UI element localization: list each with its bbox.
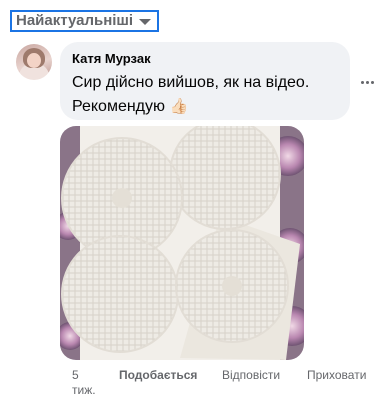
sort-label: Найактуальніші — [16, 12, 134, 29]
like-button[interactable]: Подобається — [119, 368, 197, 383]
comment-author[interactable]: Катя Мурзак — [72, 50, 151, 67]
chevron-down-icon — [139, 19, 152, 25]
comment-bubble: Катя Мурзак Сир дійсно вийшов, як на від… — [60, 42, 350, 120]
comment-text: Сир дійсно вийшов, як на відео. Рекоменд… — [72, 74, 310, 115]
sort-dropdown[interactable]: Найактуальніші — [10, 10, 160, 32]
comment-text-container: Сир дійсно вийшов, як на відео. Рекоменд… — [72, 71, 338, 119]
comment-section: Найактуальніші Катя Мурзак Сир дійсно ви… — [0, 0, 382, 399]
more-options-icon[interactable] — [357, 72, 377, 92]
avatar[interactable] — [16, 44, 52, 80]
reply-button[interactable]: Відповісти — [222, 368, 280, 383]
thumbs-up-emoji-icon: 👍🏻 — [169, 98, 189, 115]
comment-timestamp[interactable]: 5 тиж. — [72, 368, 104, 398]
comment-photo[interactable] — [60, 126, 304, 360]
hide-button[interactable]: Приховати — [307, 368, 366, 383]
